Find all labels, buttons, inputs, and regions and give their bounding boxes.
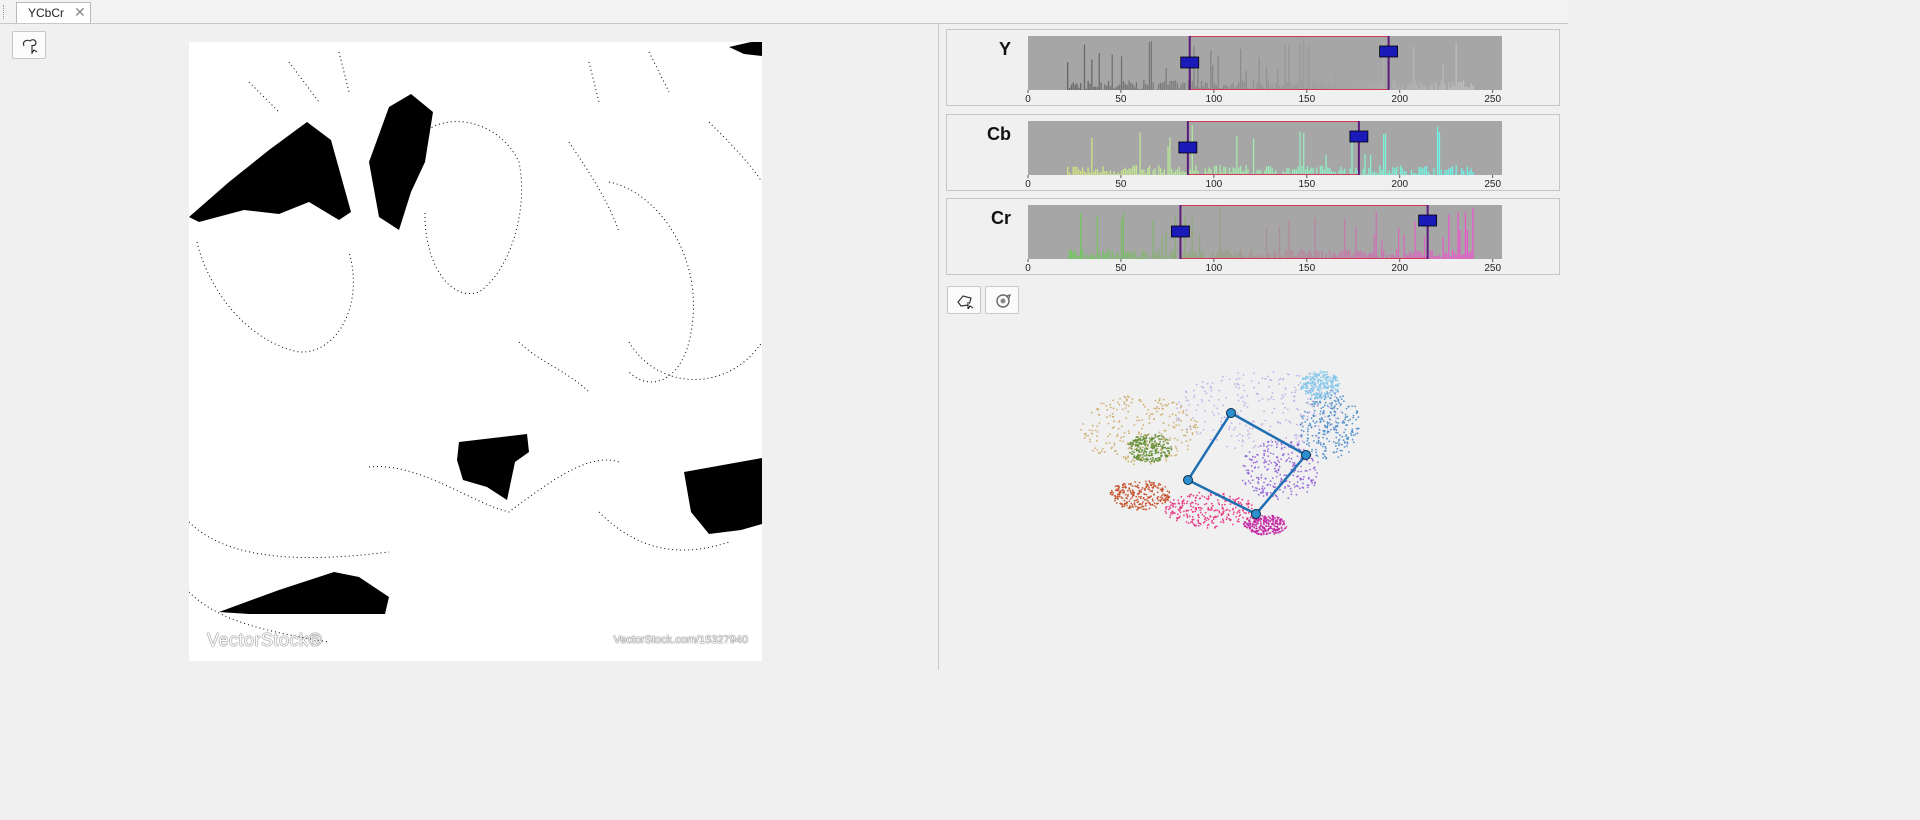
axis-tick-label: 0 bbox=[1025, 179, 1031, 190]
histogram-panel-cr: Cr 0 50 100 150 200 250 bbox=[946, 198, 1560, 275]
polygon-vertex-handle[interactable] bbox=[1301, 450, 1311, 460]
axis-tick-label: 100 bbox=[1206, 263, 1223, 274]
axis-tick-label: 200 bbox=[1391, 94, 1408, 105]
rotate-view-icon bbox=[996, 294, 1011, 308]
axis-tick-label: 100 bbox=[1206, 179, 1223, 190]
range-high-handle[interactable] bbox=[1349, 130, 1369, 143]
axis-tick-label: 0 bbox=[1025, 263, 1031, 274]
axis-tick-label: 50 bbox=[1115, 179, 1127, 190]
axis-tick-label: 100 bbox=[1206, 94, 1223, 105]
watermark-left: VectorStock® bbox=[207, 630, 323, 650]
axis-tick-label: 50 bbox=[1115, 94, 1127, 105]
tab-label: YCbCr bbox=[28, 6, 65, 20]
rotate-view-button[interactable] bbox=[985, 286, 1019, 314]
range-high-handle[interactable] bbox=[1418, 214, 1438, 227]
axis-tick-label: 200 bbox=[1391, 263, 1408, 274]
polygon-draw-icon bbox=[957, 295, 974, 309]
histogram-y[interactable]: 0 50 100 150 200 250 bbox=[947, 30, 1561, 107]
axis-tick-label: 150 bbox=[1298, 94, 1315, 105]
tab-strip-grip[interactable] bbox=[3, 5, 6, 19]
axis-tick-label: 50 bbox=[1115, 263, 1127, 274]
histogram-panel-y: Y 0 50 100 150 200 250 bbox=[946, 29, 1560, 106]
polygon-select-icon bbox=[22, 39, 38, 54]
range-low-handle[interactable] bbox=[1178, 141, 1198, 154]
axis-tick-label: 0 bbox=[1025, 94, 1031, 105]
histogram-panel-cb: Cb 0 50 100 150 200 250 bbox=[946, 114, 1560, 191]
pane-divider[interactable] bbox=[938, 24, 939, 670]
tab-ycbcr[interactable]: YCbCr ✕ bbox=[16, 2, 91, 23]
axis-tick-label: 150 bbox=[1298, 263, 1315, 274]
axis-tick-label: 200 bbox=[1391, 179, 1408, 190]
axis-tick-label: 250 bbox=[1484, 179, 1501, 190]
histogram-cr[interactable]: 0 50 100 150 200 250 bbox=[947, 199, 1561, 276]
histogram-background bbox=[1028, 205, 1502, 259]
tab-strip: YCbCr ✕ bbox=[0, 0, 1568, 24]
watermark-right: VectorStock.com/15327940 bbox=[613, 634, 748, 646]
axis-tick-label: 150 bbox=[1298, 179, 1315, 190]
close-icon[interactable]: ✕ bbox=[74, 4, 86, 21]
polygon-vertex-handle[interactable] bbox=[1251, 509, 1261, 519]
range-low-handle[interactable] bbox=[1171, 225, 1190, 238]
polygon-vertex-handle[interactable] bbox=[1183, 475, 1193, 485]
polygon-vertex-handle[interactable] bbox=[1226, 408, 1236, 418]
range-low-handle[interactable] bbox=[1180, 56, 1200, 69]
mask-shapes bbox=[189, 42, 762, 643]
axis-tick-label: 250 bbox=[1484, 94, 1501, 105]
scatter-points bbox=[1080, 370, 1360, 536]
histogram-cb[interactable]: 0 50 100 150 200 250 bbox=[947, 115, 1561, 192]
range-high-handle[interactable] bbox=[1379, 45, 1399, 58]
axis-tick-label: 250 bbox=[1484, 263, 1501, 274]
polygon-draw-button[interactable] bbox=[947, 286, 981, 314]
scatter-plot[interactable] bbox=[1030, 330, 1450, 590]
color-space-scatter[interactable] bbox=[1030, 330, 1450, 590]
histogram-background bbox=[1028, 121, 1502, 175]
freehand-select-button[interactable] bbox=[12, 31, 46, 59]
segmentation-mask-image[interactable]: VectorStock® VectorStock.com/15327940 bbox=[189, 42, 762, 661]
